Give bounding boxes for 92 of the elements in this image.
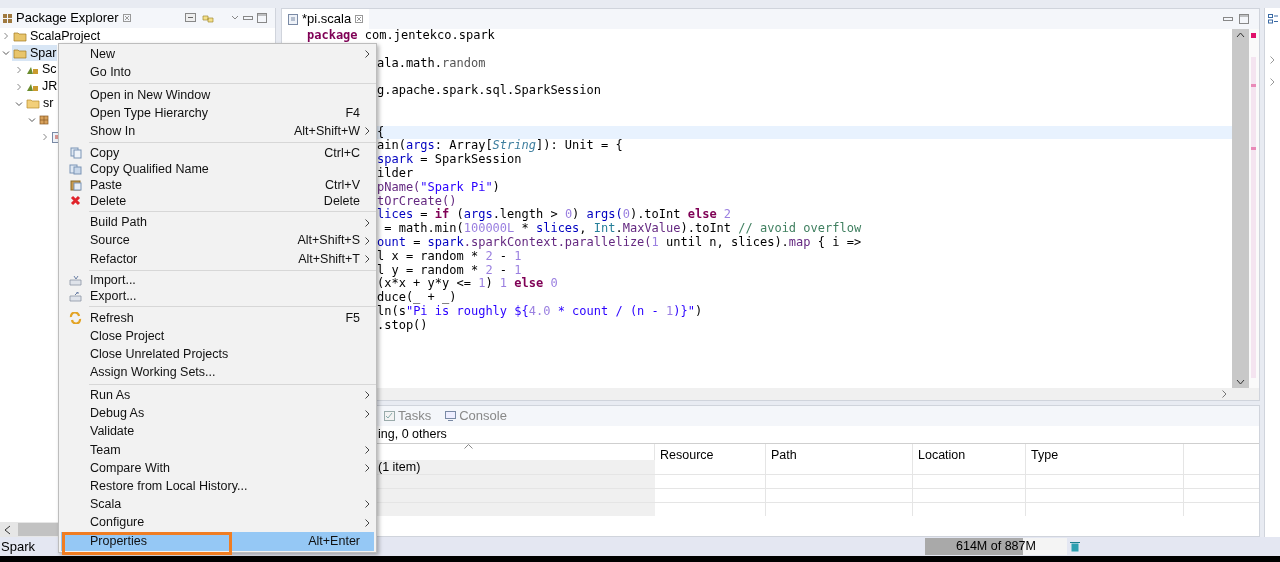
collapse-chevron-icon[interactable] [2,49,10,58]
folder-icon [13,30,27,42]
minimize-icon[interactable] [243,15,253,21]
tree-item[interactable]: Spar [12,45,58,62]
scroll-down-icon[interactable] [1236,379,1245,385]
copy-icon [69,146,82,159]
expand-chevron-icon[interactable] [1270,56,1275,64]
menu-item[interactable]: Source Alt+Shift+S [61,231,374,250]
folder-icon [13,47,27,59]
editor-tab[interactable]: *pi.scala [282,9,370,29]
file-icon [288,13,298,25]
code-line: spark = SparkSession [377,153,522,167]
export-icon [69,291,82,302]
code-line: lices = if (args.length > 0) args(0).toInt else 2 [377,208,732,222]
import-icon [69,275,82,286]
expand-chevron-icon[interactable] [2,32,10,41]
menu-item[interactable]: Assign Working Sets... [61,363,374,382]
menu-item[interactable]: Export... [61,288,374,305]
menu-item[interactable]: Scala [61,495,374,514]
menu-item[interactable]: Build Path [61,213,374,232]
vertical-scrollbar[interactable] [1232,29,1249,388]
code-line: ln(s"Pi is roughly ${4.0 * count / (n - 1)}") [377,304,703,319]
package-view-icon [3,13,12,23]
outline-icon[interactable] [1267,14,1278,24]
problems-summary: ing, 0 others [378,426,447,444]
column-header[interactable]: Type [1026,444,1184,474]
maximize-icon[interactable] [257,13,267,23]
checklist-icon [384,411,395,421]
status-selection: Spark [0,537,35,556]
code-line: l x = random * 2 - 1 [377,249,522,264]
menu-item[interactable]: Show In Alt+Shift+W [61,122,374,141]
menu-item[interactable]: Restore from Local History... [61,477,374,496]
scroll-right-icon[interactable] [1222,390,1227,398]
view-menu-icon[interactable] [231,15,239,21]
menu-item[interactable]: Open in New Window [61,85,374,105]
menu-item[interactable]: Delete Delete [61,192,374,209]
maximize-icon[interactable] [1239,14,1249,24]
code-line: ount = spark.sparkContext.parallelize(1 until n, slices).map { i => [377,235,862,250]
trash-icon[interactable] [1069,541,1080,552]
minimize-icon[interactable] [1223,16,1233,22]
folder-icon [26,98,40,110]
code-line: .stop() [377,318,428,333]
code-line: ala.math.random [377,56,486,71]
code-line: tOrCreate() [377,194,457,208]
expand-chevron-icon[interactable] [41,133,49,142]
scroll-up-icon[interactable] [1236,32,1245,38]
menu-item[interactable]: Paste Ctrl+V [61,176,374,193]
code-line: { [377,125,385,139]
code-line: g.apache.spark.sql.SparkSession [377,84,601,98]
expand-chevron-icon[interactable] [1270,78,1275,86]
clipboard-icon [69,178,82,191]
menu-item[interactable]: Import... [61,272,374,289]
tree-item[interactable]: ScalaProject [12,28,102,45]
menu-item[interactable]: Copy Ctrl+C [61,144,374,161]
refresh-icon [69,312,82,325]
delete-icon [70,195,81,207]
menu-item[interactable]: Close Project [61,327,374,346]
menu-item[interactable]: Copy Qualified Name [61,160,374,177]
menu-item[interactable]: Properties Alt+Enter [61,531,374,551]
menu-item[interactable]: Configure [61,513,374,532]
code-line: pName("Spark Pi") [377,180,500,195]
menu-item[interactable]: Refactor Alt+Shift+T [61,249,374,268]
column-header[interactable]: Path [766,444,913,474]
close-icon[interactable] [355,15,364,23]
copy-icon [69,162,82,175]
menu-item[interactable]: Run As [61,386,374,405]
code-line: duce(_ + _) [377,291,457,305]
code-line: (x*x + y*y <= 1) 1 else 0 [377,277,558,291]
code-line: l y = random * 2 - 1 [377,263,522,277]
menu-item[interactable]: Close Unrelated Projects [61,345,374,364]
menu-item[interactable]: Team [61,440,374,459]
tree-item[interactable]: JR [25,78,59,95]
menu-item[interactable]: Refresh F5 [61,309,374,328]
menu-item[interactable]: Go Into [61,63,374,82]
code-line: ain(args: Array[String]): Unit = { [377,139,623,153]
column-header[interactable]: Location [913,444,1026,474]
code-line: = math.min(100000L * slices, Int.MaxValue).toInt // avoid overflow [383,222,862,236]
tree-item[interactable]: Sc [25,62,58,78]
tree-item[interactable]: sr [25,95,55,112]
menu-item[interactable]: Validate [61,422,374,441]
scrollbar-thumb[interactable] [18,523,58,536]
books-icon [26,65,39,75]
collapse-all-icon[interactable] [185,13,197,23]
menu-item[interactable]: Debug As [61,404,374,423]
menu-item[interactable]: New [61,45,374,64]
package-icon [39,115,49,126]
menu-item[interactable]: Open Type Hierarchy F4 [61,104,374,123]
memory-usage: 614M of 887M [956,538,1036,556]
close-icon[interactable] [122,14,131,22]
code-line: ilder [377,166,414,181]
code-line: package com.jentekco.spark [306,29,495,43]
monitor-icon [445,411,457,421]
